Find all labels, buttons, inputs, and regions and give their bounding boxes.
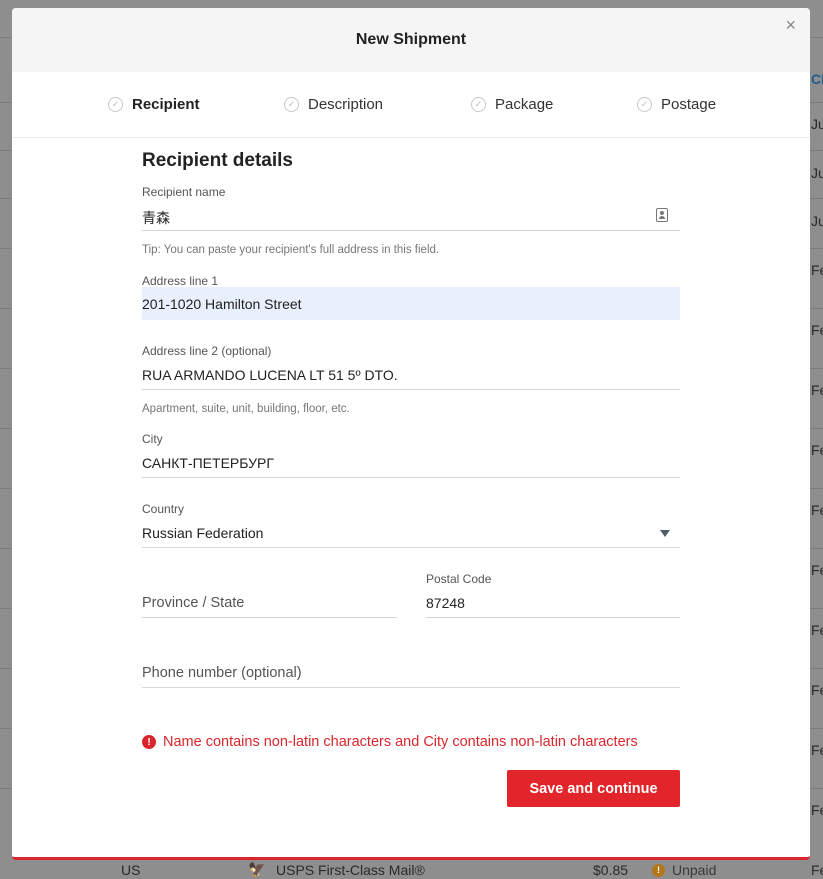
check-circle-icon: ✓: [108, 97, 123, 112]
save-and-continue-button[interactable]: Save and continue: [507, 770, 680, 807]
new-shipment-modal: New Shipment × ✓ Recipient ✓ Description…: [12, 8, 810, 860]
recipient-form: Recipient details Recipient name 青森 Tip:…: [142, 150, 680, 688]
postal-code-label: Postal Code: [426, 572, 492, 586]
bg-date-cell: Jur: [811, 213, 823, 229]
check-circle-icon: ✓: [471, 97, 486, 112]
address1-field[interactable]: Address line 1 201-1020 Hamilton Street: [142, 274, 680, 321]
contact-card-icon[interactable]: [656, 208, 668, 222]
check-circle-icon: ✓: [637, 97, 652, 112]
country-value: Russian Federation: [142, 525, 264, 541]
recipient-name-field[interactable]: Recipient name 青森: [142, 185, 680, 231]
error-icon: !: [142, 735, 156, 749]
bg-date-cell: Feb: [811, 382, 823, 398]
bg-status-cell: ! Unpaid: [652, 862, 716, 878]
step-label: Description: [308, 96, 384, 113]
province-postal-row: Province / State Postal Code 87248: [142, 572, 680, 618]
step-label: Postage: [661, 96, 717, 113]
postal-code-field[interactable]: Postal Code 87248: [426, 572, 680, 618]
step-label: Package: [495, 96, 554, 113]
bg-column-header[interactable]: CRI: [811, 71, 823, 87]
bg-date-cell: Feb: [811, 742, 823, 758]
recipient-name-input[interactable]: 青森: [142, 208, 170, 228]
province-field[interactable]: Province / State: [142, 572, 397, 618]
bg-date-cell: Jur: [811, 116, 823, 132]
address2-label: Address line 2 (optional): [142, 344, 272, 358]
step-postage[interactable]: ✓ Postage: [637, 96, 716, 113]
phone-input[interactable]: Phone number (optional): [142, 665, 302, 681]
bg-price-cell: $0.85: [593, 862, 629, 878]
step-description[interactable]: ✓ Description: [284, 96, 383, 113]
country-select[interactable]: Country Russian Federation: [142, 502, 680, 548]
bg-service-cell: USPS First-Class Mail®: [276, 862, 425, 878]
phone-field[interactable]: Phone number (optional): [142, 642, 680, 688]
bg-date-cell: Feb: [811, 562, 823, 578]
step-package[interactable]: ✓ Package: [471, 96, 553, 113]
bg-date-cell: Feb: [811, 862, 823, 878]
address2-input[interactable]: RUA ARMANDO LUCENA LT 51 5º DTO.: [142, 367, 398, 383]
address2-hint: Apartment, suite, unit, building, floor,…: [142, 403, 350, 415]
bg-date-cell: Feb: [811, 262, 823, 278]
country-label: Country: [142, 502, 185, 516]
city-label: City: [142, 432, 163, 446]
step-recipient[interactable]: ✓ Recipient: [108, 96, 200, 113]
bg-date-cell: Feb: [811, 802, 823, 818]
bg-status-text: Unpaid: [672, 862, 717, 878]
modal-title: New Shipment: [355, 31, 467, 48]
error-message: Name contains non-latin characters and C…: [163, 734, 638, 750]
city-field[interactable]: City САНКТ-ПЕТЕРБУРГ: [142, 432, 680, 478]
province-input[interactable]: Province / State: [142, 595, 244, 611]
bg-country-cell: US: [121, 862, 141, 878]
bg-date-cell: Jur: [811, 165, 823, 181]
modal-header: New Shipment ×: [12, 8, 810, 72]
recipient-name-hint: Tip: You can paste your recipient's full…: [142, 244, 440, 256]
caret-down-icon[interactable]: [660, 530, 670, 537]
usps-eagle-icon: 🦅: [248, 861, 266, 877]
postal-code-input[interactable]: 87248: [426, 595, 465, 611]
check-circle-icon: ✓: [284, 97, 299, 112]
address1-label: Address line 1: [142, 274, 219, 288]
recipient-name-label: Recipient name: [142, 185, 226, 199]
bg-date-cell: Feb: [811, 322, 823, 338]
address2-field[interactable]: Address line 2 (optional) RUA ARMANDO LU…: [142, 344, 680, 390]
section-title: Recipient details: [142, 150, 293, 171]
city-input[interactable]: САНКТ-ПЕТЕРБУРГ: [142, 455, 274, 471]
validation-error: ! Name contains non-latin characters and…: [142, 734, 638, 750]
bg-date-cell: Feb: [811, 502, 823, 518]
step-label: Recipient: [132, 96, 200, 113]
bg-date-cell: Feb: [811, 442, 823, 458]
bg-date-cell: Feb: [811, 682, 823, 698]
close-button[interactable]: ×: [785, 15, 796, 35]
step-progress: ✓ Recipient ✓ Description ✓ Package ✓ Po…: [12, 72, 810, 138]
bg-date-cell: Feb: [811, 622, 823, 638]
address1-input[interactable]: 201-1020 Hamilton Street: [142, 287, 680, 320]
warning-icon: !: [652, 863, 665, 877]
